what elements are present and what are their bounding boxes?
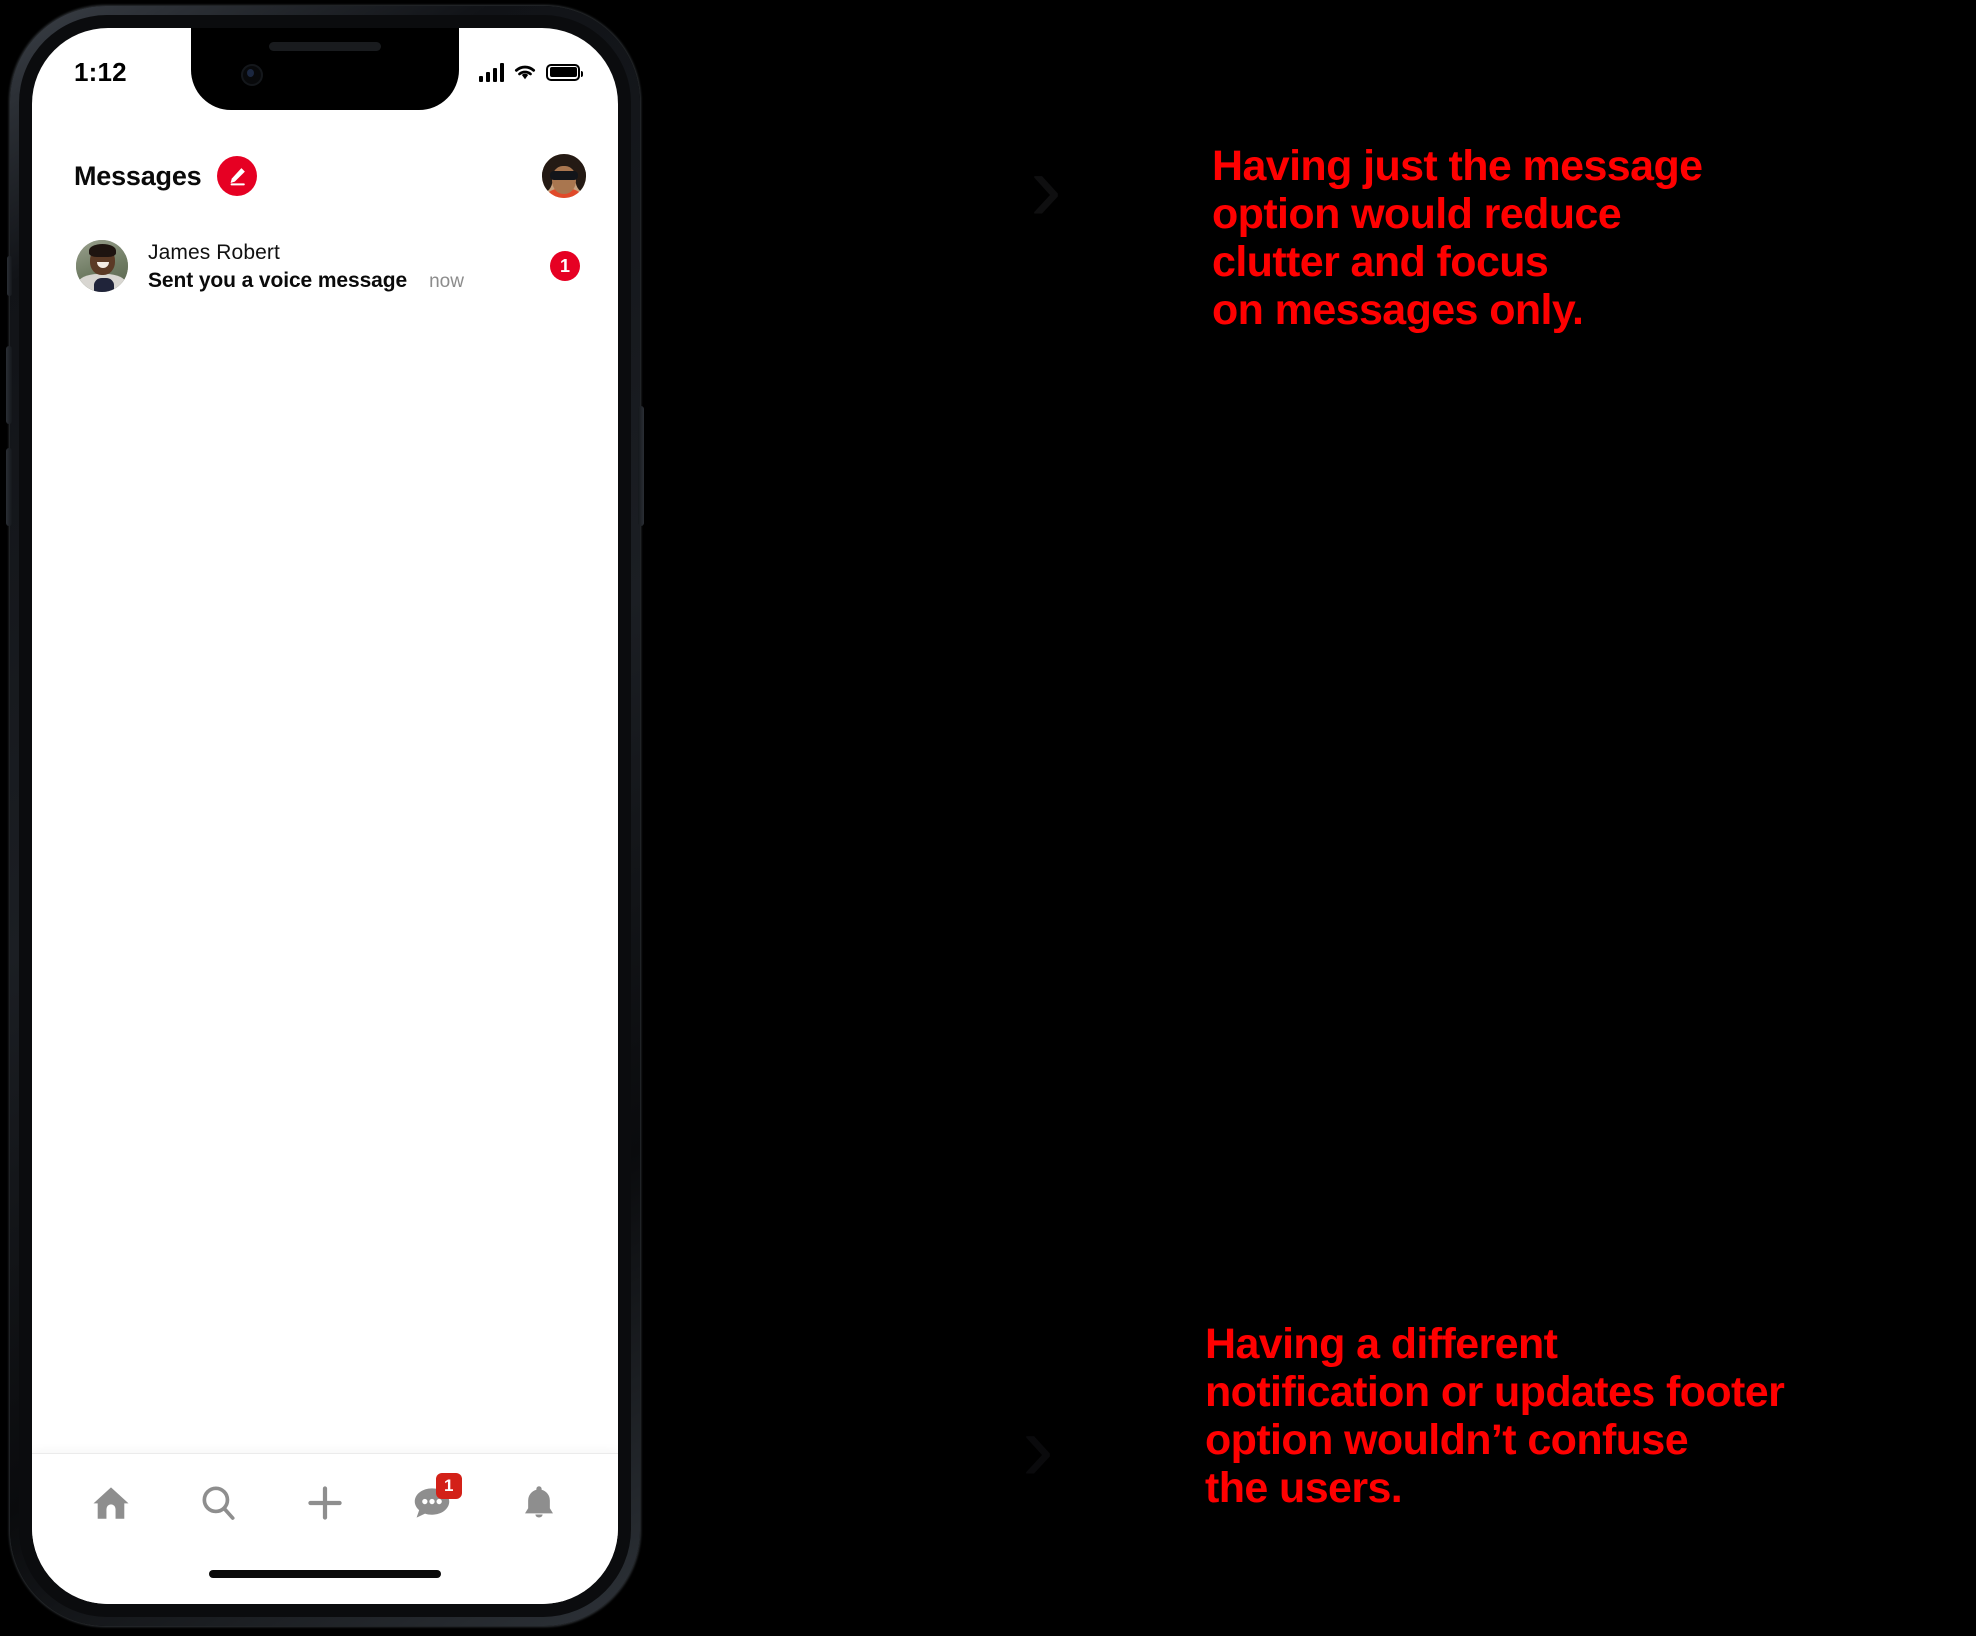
annotation-marker-2: › [1022,1394,1054,1501]
volume-up-button[interactable] [6,346,12,424]
earpiece-speaker [269,42,381,51]
avatar[interactable] [542,154,586,198]
page-title: Messages [74,160,202,191]
cellular-signal-icon [478,62,504,82]
volume-down-button[interactable] [6,448,12,526]
phone-mockup: 1:12 Messages James Robert Sent you a vo… [6,6,644,1626]
status-icons [478,62,583,82]
search-icon [202,1486,235,1520]
nav-item-search[interactable] [182,1467,254,1539]
list-item[interactable]: James Robert Sent you a voice message no… [32,226,618,307]
nav-items: 1 [32,1454,618,1552]
power-button[interactable] [638,406,644,526]
nav-item-home[interactable] [75,1467,147,1539]
compose-button[interactable] [217,156,258,196]
notch [191,28,459,110]
app-header: Messages [32,136,618,216]
compose-pencil-icon [231,168,246,186]
battery-full-icon [546,63,583,81]
message-timestamp: now [429,270,464,292]
bell-icon [524,1486,553,1518]
nav-badge-messages: 1 [435,1473,462,1499]
silent-switch[interactable] [7,256,12,296]
contact-avatar [76,240,128,293]
plus-icon [308,1486,342,1520]
wifi-icon [514,65,536,80]
message-subline: Sent you a voice message now [148,269,550,293]
message-text-group: James Robert Sent you a voice message no… [128,240,550,293]
home-indicator[interactable] [209,1570,441,1578]
header-left-group: Messages [74,156,258,196]
message-preview: Sent you a voice message [148,268,408,292]
annotation-marker-1: › [1030,134,1062,241]
unread-badge: 1 [550,251,580,282]
nav-item-create[interactable] [289,1467,361,1539]
annotation-text-1: Having just the message option would red… [1212,142,1703,335]
status-time: 1:12 [74,56,127,87]
home-icon [93,1487,129,1519]
front-camera-icon [241,64,263,86]
phone-screen: 1:12 Messages James Robert Sent you a vo… [32,28,618,1604]
nav-item-messages[interactable]: 1 [396,1467,468,1539]
annotation-text-2: Having a different notification or updat… [1205,1320,1785,1513]
nav-item-updates[interactable] [503,1467,575,1539]
contact-name: James Robert [148,241,280,264]
message-list: James Robert Sent you a voice message no… [32,226,618,307]
bottom-navigation-bar: 1 [32,1453,618,1604]
